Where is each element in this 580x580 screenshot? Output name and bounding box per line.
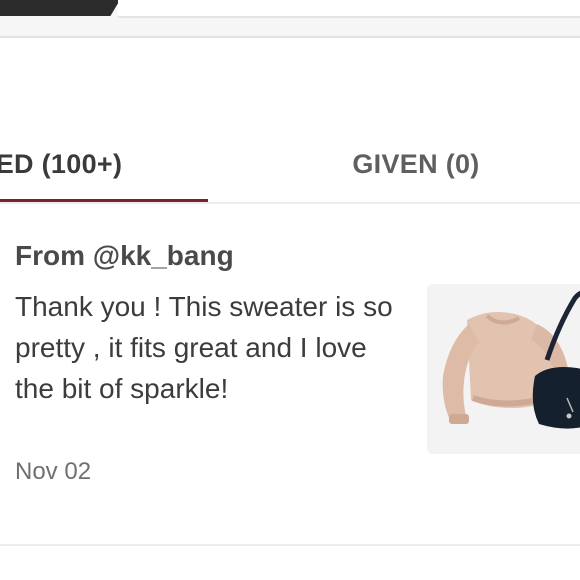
top-bar <box>0 0 580 38</box>
comment-card[interactable]: From @kk_bang Thank you ! This sweater i… <box>0 204 580 544</box>
comment-date: Nov 02 <box>15 458 92 485</box>
tab-received[interactable]: ED (100+) <box>0 128 208 200</box>
comment-message: Thank you ! This sweater is so pretty , … <box>15 291 393 404</box>
tab-given-label: GIVEN (0) <box>352 148 480 179</box>
top-bar-divider <box>0 36 580 38</box>
product-thumbnail[interactable] <box>427 284 580 454</box>
tab-given[interactable]: GIVEN (0) <box>300 128 532 200</box>
tabs-bar: ED (100+) GIVEN (0) <box>0 128 580 204</box>
comment-author[interactable]: From @kk_bang <box>15 240 234 272</box>
header-field[interactable] <box>118 0 580 18</box>
header-dark-shape <box>0 0 120 16</box>
tab-received-label: ED (100+) <box>0 148 123 179</box>
comment-divider <box>0 544 580 546</box>
love-notes-screen: ED (100+) GIVEN (0) From @kk_bang Thank … <box>0 0 580 580</box>
sweater-and-bag-icon <box>427 284 580 454</box>
